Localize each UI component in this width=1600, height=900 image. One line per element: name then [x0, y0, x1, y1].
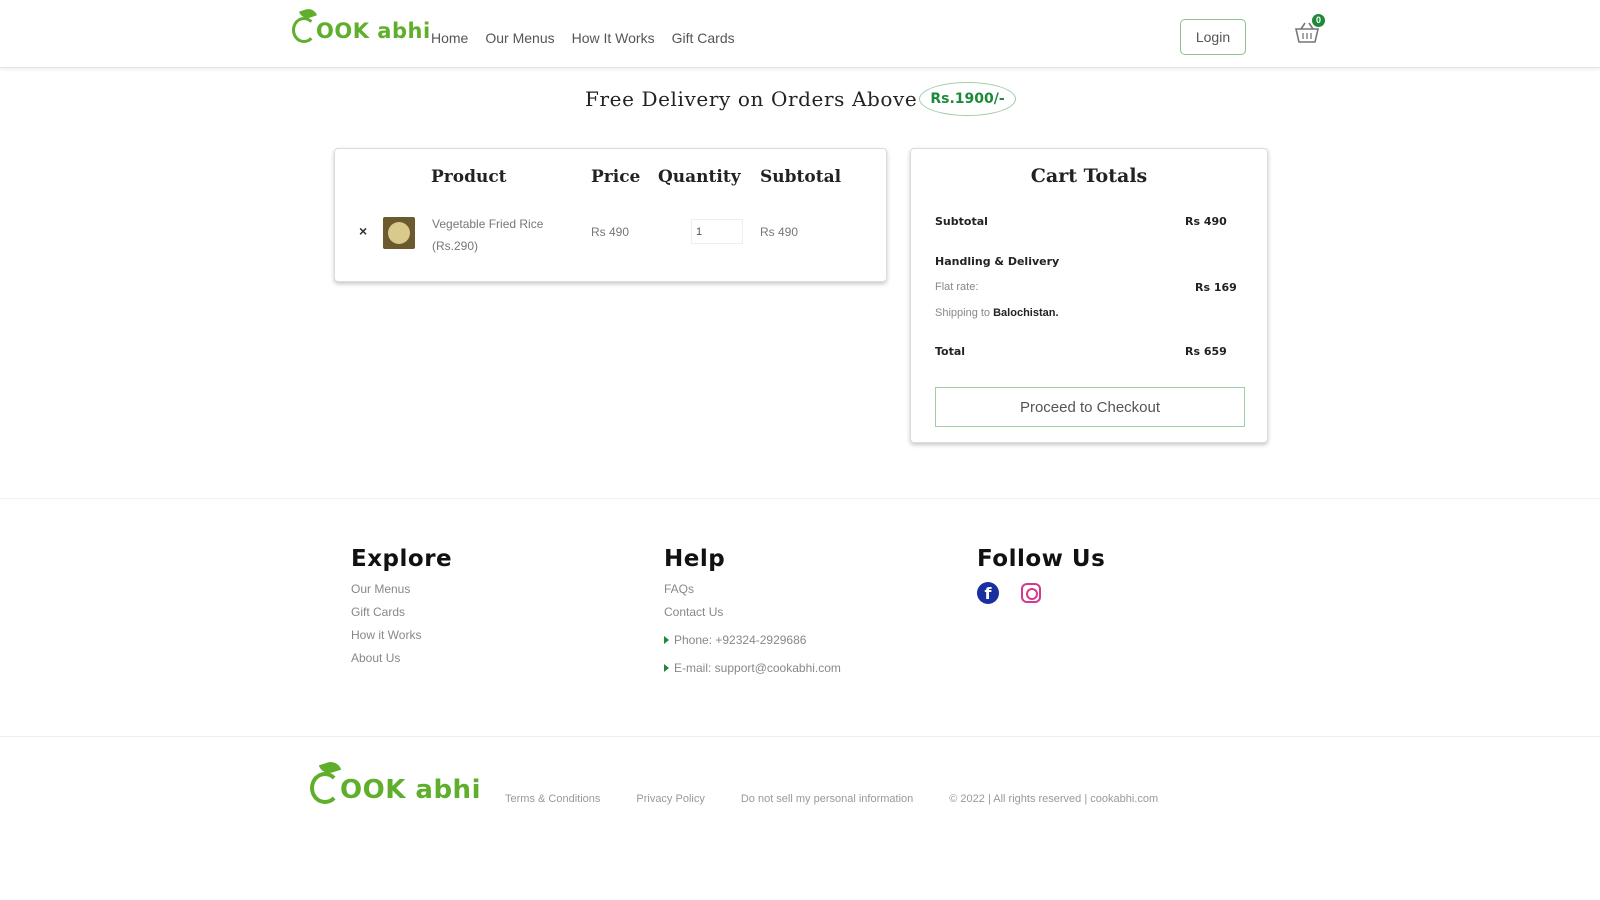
nav-home[interactable]: Home: [431, 30, 468, 46]
column-header-quantity: Quantity: [658, 167, 741, 187]
item-subtotal: Rs 490: [760, 225, 799, 239]
footer-help: Help FAQs Contact Us Phone: +92324-29296…: [664, 546, 841, 675]
shipping-to-prefix: Shipping to: [935, 307, 991, 319]
total-label: Total: [935, 345, 966, 358]
footer-link-our-menus[interactable]: Our Menus: [351, 582, 452, 596]
cart-table: Product Price Quantity Subtotal × Vegeta…: [334, 148, 887, 282]
help-heading: Help: [664, 546, 726, 572]
promo-amount: Rs.1900/-: [919, 82, 1016, 116]
footer-link-contact-us[interactable]: Contact Us: [664, 605, 841, 619]
site-logo[interactable]: OOK abhi: [292, 6, 431, 43]
subtotal-label: Subtotal: [935, 215, 988, 228]
explore-heading: Explore: [351, 546, 453, 572]
instagram-icon[interactable]: [1021, 583, 1041, 603]
do-not-sell-link[interactable]: Do not sell my personal information: [741, 793, 913, 805]
total-value: Rs 659: [1185, 345, 1227, 358]
product-thumbnail[interactable]: [383, 217, 415, 249]
free-delivery-banner: Free Delivery on Orders Above Rs.1900/-: [585, 82, 1016, 116]
bullet-arrow-icon: [664, 664, 669, 672]
bullet-arrow-icon: [664, 636, 669, 644]
phone-contact[interactable]: Phone: +92324-2929686: [664, 633, 841, 647]
product-unit-price: (Rs.290): [432, 239, 479, 253]
login-button[interactable]: Login: [1180, 19, 1246, 55]
footer-link-gift-cards[interactable]: Gift Cards: [351, 605, 452, 619]
cart-totals-panel: Cart Totals Subtotal Rs 490 Handling & D…: [910, 148, 1268, 443]
shipping-destination: Shipping to Balochistan.: [935, 307, 1059, 319]
terms-link[interactable]: Terms & Conditions: [505, 793, 600, 805]
nav-how-it-works[interactable]: How It Works: [572, 30, 655, 46]
footer-link-how-it-works[interactable]: How it Works: [351, 628, 452, 642]
product-name-link[interactable]: Vegetable Fried Rice: [432, 213, 543, 235]
footer-logo-text: OOK abhi: [340, 775, 481, 805]
nav-gift-cards[interactable]: Gift Cards: [672, 30, 735, 46]
main-nav: Home Our Menus How It Works Gift Cards: [431, 30, 735, 46]
footer-link-faqs[interactable]: FAQs: [664, 582, 841, 596]
site-header: OOK abhi Home Our Menus How It Works Gif…: [0, 0, 1600, 68]
legal-links: Terms & Conditions Privacy Policy Do not…: [505, 793, 1158, 805]
item-price: Rs 490: [591, 225, 630, 239]
remove-item-icon[interactable]: ×: [359, 223, 367, 239]
column-header-subtotal: Subtotal: [760, 167, 842, 187]
leaf-c-icon: [292, 6, 318, 43]
nav-our-menus[interactable]: Our Menus: [485, 30, 554, 46]
flat-rate-label: Flat rate:: [935, 281, 979, 293]
column-header-price: Price: [591, 167, 641, 187]
footer-explore: Explore Our Menus Gift Cards How it Work…: [351, 546, 452, 674]
copyright-text: © 2022 | All rights reserved | cookabhi.…: [949, 793, 1159, 805]
email-contact[interactable]: E-mail: support@cookabhi.com: [664, 661, 841, 675]
cart-totals-title: Cart Totals: [1030, 165, 1148, 187]
column-header-product: Product: [431, 167, 507, 187]
follow-heading: Follow Us: [977, 546, 1106, 572]
cart-count-badge: 0: [1312, 14, 1325, 27]
phone-text: Phone: +92324-2929686: [674, 633, 807, 647]
footer-link-about-us[interactable]: About Us: [351, 651, 452, 665]
shipping-region: Balochistan.: [993, 307, 1059, 319]
footer-logo[interactable]: OOK abhi: [310, 759, 481, 805]
privacy-link[interactable]: Privacy Policy: [636, 793, 704, 805]
social-links: f: [977, 582, 1105, 604]
product-name-block: Vegetable Fried Rice (Rs.290): [432, 213, 543, 257]
proceed-to-checkout-button[interactable]: Proceed to Checkout: [935, 387, 1245, 427]
subtotal-value: Rs 490: [1185, 215, 1227, 228]
quantity-input[interactable]: [691, 219, 743, 244]
shipping-label: Handling & Delivery: [935, 255, 1060, 268]
facebook-icon[interactable]: f: [977, 582, 999, 604]
logo-text: OOK abhi: [316, 19, 431, 43]
flat-rate-value: Rs 169: [1195, 281, 1237, 294]
footer-bottom-bar: [0, 736, 1600, 900]
footer-follow: Follow Us f: [977, 546, 1105, 604]
promo-text: Free Delivery on Orders Above: [585, 87, 918, 111]
email-text: E-mail: support@cookabhi.com: [674, 661, 841, 675]
leaf-c-icon: [310, 759, 342, 804]
